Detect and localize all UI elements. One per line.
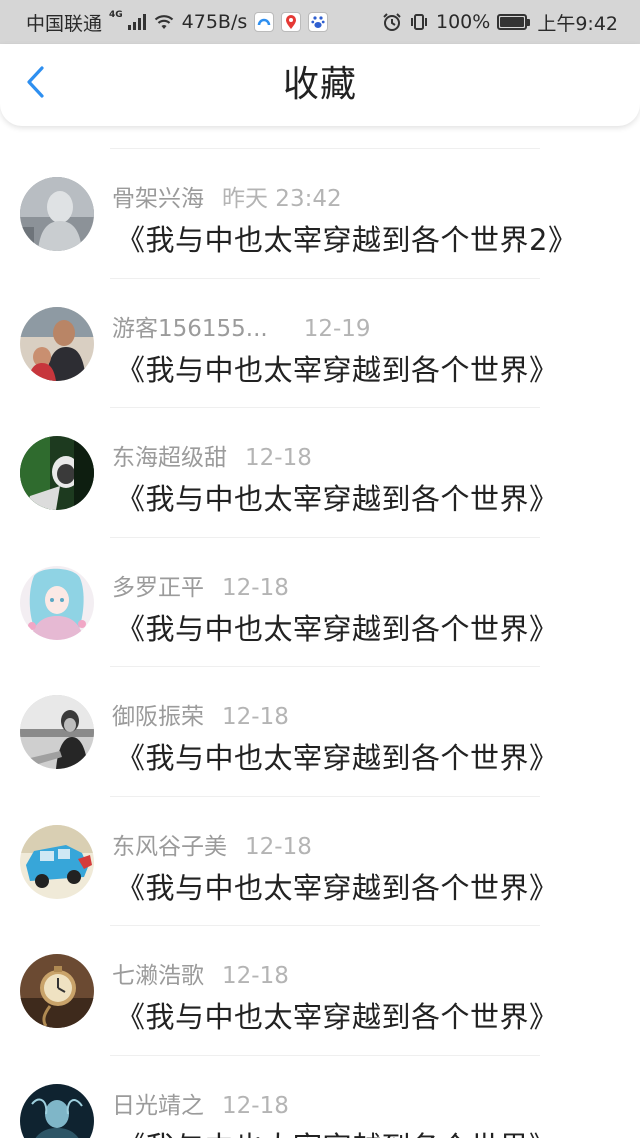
status-bar-right: 100% 上午9:42 (382, 9, 618, 36)
network-speed: 475B/s (181, 11, 248, 33)
signal-icon (127, 14, 146, 30)
item-meta: 七濑浩歌 12-18 (112, 956, 289, 990)
timestamp: 12-18 (222, 963, 289, 989)
item-meta: 东海超级甜 12-18 (112, 438, 312, 472)
user-name[interactable]: 七濑浩歌 (112, 956, 204, 990)
timestamp: 昨天 23:42 (222, 186, 342, 212)
status-bar: 中国联通 4G 475B/s 100% 上午9:42 (0, 0, 640, 44)
avatar[interactable] (20, 436, 94, 510)
clock: 上午9:42 (537, 12, 618, 35)
item-meta: 多罗正平 12-18 (112, 568, 289, 602)
favorite-item[interactable]: 御阪振荣 12-18 《我与中也太宰穿越到各个世界》 (0, 667, 640, 797)
avatar[interactable] (20, 306, 94, 381)
network-type: 4G (109, 10, 123, 20)
book-title[interactable]: 《我与中也太宰穿越到各个世界》 (116, 476, 559, 518)
avatar[interactable] (20, 954, 94, 1028)
timestamp: 12-18 (222, 1092, 289, 1119)
timestamp: 12-18 (222, 574, 289, 601)
baidu-notification-icon (308, 12, 329, 32)
book-title[interactable]: 《我与中也太宰穿越到各个世界》 (116, 1124, 559, 1138)
item-meta: 日光靖之 12-18 (112, 1086, 289, 1120)
favorite-item[interactable]: 骨架兴海 昨天 23:42 《我与中也太宰穿越到各个世界2》 (0, 149, 640, 279)
battery-icon (497, 14, 531, 30)
timestamp: 12-18 (245, 445, 312, 471)
status-bar-left: 中国联通 4G 475B/s (26, 9, 329, 36)
book-title[interactable]: 《我与中也太宰穿越到各个世界2》 (116, 217, 577, 259)
alarm-icon (382, 12, 402, 32)
item-meta: 骨架兴海 昨天 23:42 (112, 179, 342, 213)
favorite-item[interactable]: 东风谷子美 12-18 《我与中也太宰穿越到各个世界》 (0, 797, 640, 926)
favorite-item[interactable]: 多罗正平 12-18 《我与中也太宰穿越到各个世界》 (0, 538, 640, 667)
avatar[interactable] (20, 824, 94, 899)
carrier-label: 中国联通 (26, 12, 103, 35)
wifi-icon (153, 13, 175, 31)
avatar[interactable] (20, 695, 94, 769)
user-name[interactable]: 东海超级甜 (112, 438, 227, 472)
user-name[interactable]: 骨架兴海 (112, 179, 204, 213)
battery-percent: 100% (436, 11, 491, 33)
avatar[interactable] (20, 177, 94, 251)
favorite-item[interactable]: 东海超级甜 12-18 《我与中也太宰穿越到各个世界》 (0, 408, 640, 538)
favorite-item[interactable]: 游客156155... 12-19 《我与中也太宰穿越到各个世界》 (0, 279, 640, 408)
favorite-item[interactable]: 七濑浩歌 12-18 《我与中也太宰穿越到各个世界》 (0, 926, 640, 1056)
favorites-list[interactable]: 骨架兴海 昨天 23:42 《我与中也太宰穿越到各个世界2》 游客156155.… (0, 126, 640, 1138)
timestamp: 12-18 (245, 833, 312, 860)
item-meta: 游客156155... 12-19 (112, 309, 371, 343)
book-title[interactable]: 《我与中也太宰穿越到各个世界》 (116, 865, 559, 907)
item-meta: 御阪振荣 12-18 (112, 697, 289, 731)
book-title[interactable]: 《我与中也太宰穿越到各个世界》 (116, 606, 559, 648)
user-name[interactable]: 日光靖之 (112, 1086, 204, 1120)
book-title[interactable]: 《我与中也太宰穿越到各个世界》 (116, 994, 559, 1036)
book-title[interactable]: 《我与中也太宰穿越到各个世界》 (116, 735, 559, 777)
app-notification-icon (254, 12, 275, 32)
item-meta: 东风谷子美 12-18 (112, 827, 312, 861)
timestamp: 12-19 (303, 315, 371, 342)
timestamp: 12-18 (222, 704, 289, 730)
user-name[interactable]: 多罗正平 (112, 568, 204, 602)
user-name[interactable]: 东风谷子美 (112, 827, 227, 861)
user-name[interactable]: 御阪振荣 (112, 697, 204, 731)
vibrate-icon (409, 12, 429, 32)
map-notification-icon (281, 12, 302, 32)
favorite-item[interactable]: 日光靖之 12-18 《我与中也太宰穿越到各个世界》 (0, 1056, 640, 1138)
page-title: 收藏 (282, 64, 357, 105)
user-name[interactable]: 游客156155... (112, 309, 268, 343)
header: 收藏 (0, 44, 640, 126)
book-title[interactable]: 《我与中也太宰穿越到各个世界》 (116, 347, 559, 389)
avatar[interactable] (20, 565, 94, 640)
avatar[interactable] (20, 1083, 94, 1138)
